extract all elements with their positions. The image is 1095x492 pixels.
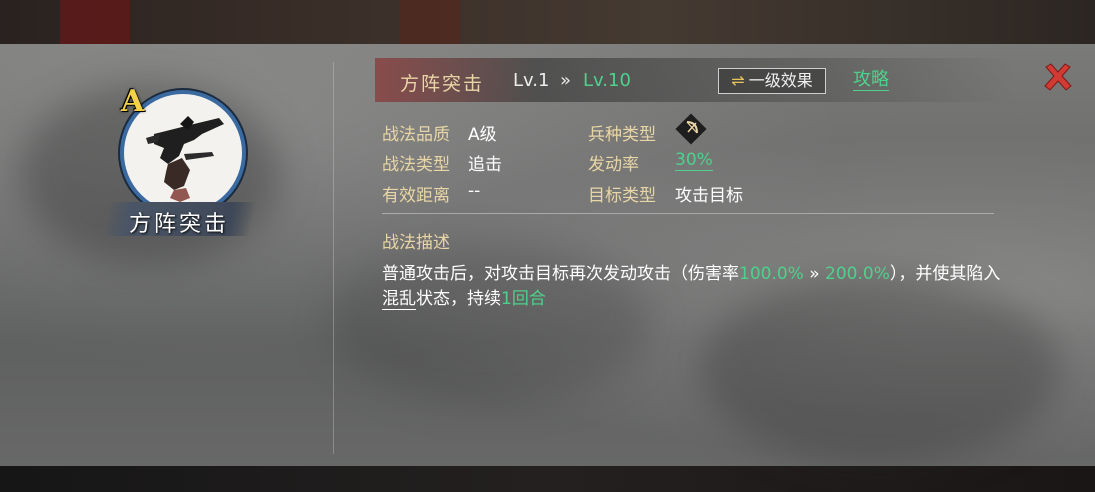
damage-rate-arrow: » (803, 264, 826, 284)
target-value: 攻击目标 (675, 186, 743, 206)
close-button[interactable] (1043, 62, 1073, 92)
guide-link[interactable]: 攻略 (853, 70, 889, 91)
level-effect-button[interactable]: ⇌ 一级效果 (718, 68, 826, 94)
background-decoration (400, 0, 460, 44)
skill-card: A 方阵突击 (101, 84, 257, 240)
duration-value: 1回合 (501, 289, 546, 309)
target-label: 目标类型 (588, 186, 656, 206)
description-title: 战法描述 (382, 233, 450, 253)
quality-value: A级 (468, 125, 497, 145)
background-decoration (60, 0, 130, 44)
description-part: ），并使其陷入 (889, 264, 1001, 284)
rate-label: 发动率 (588, 155, 639, 175)
damage-rate-low: 100.0% (739, 264, 804, 284)
description-part: 普通攻击后，对攻击目标再次发动攻击（伤害率 (382, 264, 739, 284)
grade-badge: A (121, 84, 145, 119)
level-current: Lv.1 (513, 70, 550, 91)
vertical-divider (333, 62, 334, 454)
swap-icon: ⇌ (731, 71, 745, 90)
status-keyword-link[interactable]: 混乱 (382, 289, 416, 310)
type-label: 战法类型 (382, 155, 450, 175)
level-max: Lv.10 (583, 70, 631, 91)
section-divider (382, 213, 994, 214)
level-arrow: » (560, 70, 572, 91)
description-text: 普通攻击后，对攻击目标再次发动攻击（伤害率100.0% » 200.0%），并使… (382, 262, 1002, 312)
quality-label: 战法品质 (382, 125, 450, 145)
effect-button-label: 一级效果 (748, 71, 813, 90)
background-bottom-strip (0, 466, 1095, 492)
description-part: 状态，持续 (416, 289, 501, 309)
bow-troop-icon (682, 117, 702, 139)
close-x-icon (1044, 63, 1072, 91)
skill-name: 方阵突击 (128, 212, 229, 237)
range-label: 有效距离 (382, 186, 450, 206)
type-value: 追击 (468, 155, 502, 175)
rate-value[interactable]: 30% (675, 150, 713, 171)
range-value: -- (468, 181, 481, 201)
troop-label: 兵种类型 (588, 125, 656, 145)
damage-rate-high: 200.0% (825, 264, 890, 284)
skill-title: 方阵突击 (400, 73, 485, 95)
background-top-strip (0, 0, 1095, 44)
